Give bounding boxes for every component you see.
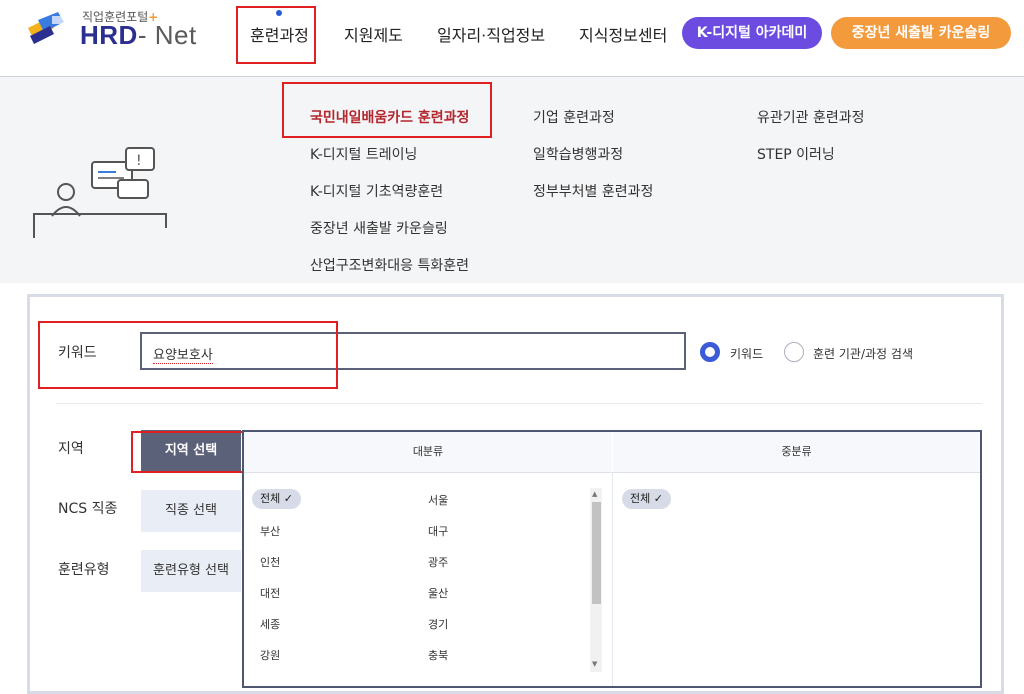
major-category-header: 대분류 — [244, 432, 612, 473]
check-icon: ✓ — [653, 492, 663, 505]
region-daejeon[interactable]: 대전 — [260, 585, 280, 601]
check-icon: ✓ — [283, 492, 293, 505]
menu-midcareer-counseling[interactable]: 중장년 새출발 카운슬링 — [310, 218, 448, 238]
region-gyeonggi[interactable]: 경기 — [428, 616, 448, 632]
region-seoul[interactable]: 서울 — [428, 492, 448, 508]
ncs-label: NCS 직종 — [58, 501, 118, 517]
region-sejong[interactable]: 세종 — [260, 616, 280, 632]
hrd-logo-icon[interactable] — [24, 10, 76, 46]
highlight-keyword — [38, 321, 338, 389]
radio-org-course-label[interactable]: 훈련 기관/과정 검색 — [813, 345, 913, 362]
highlight-region — [131, 431, 253, 473]
highlight-nav-training — [236, 6, 316, 64]
radio-org-course[interactable] — [784, 342, 804, 362]
menu-ministry-courses[interactable]: 정부부처별 훈련과정 — [533, 181, 653, 201]
ncs-select-button[interactable]: 직종 선택 — [141, 490, 241, 532]
region-gwangju[interactable]: 광주 — [428, 554, 448, 570]
nav-support-system[interactable]: 지원제도 — [344, 22, 403, 46]
radio-keyword[interactable] — [700, 342, 720, 362]
menu-k-digital-training[interactable]: K-디지털 트레이닝 — [310, 144, 417, 164]
region-incheon[interactable]: 인천 — [260, 554, 280, 570]
scroll-down-icon[interactable]: ▼ — [592, 660, 597, 668]
region-gangwon[interactable]: 강원 — [260, 647, 280, 663]
region-ulsan[interactable]: 울산 — [428, 585, 448, 601]
menu-step-elearning[interactable]: STEP 이러닝 — [757, 144, 835, 164]
region-label: 지역 — [58, 441, 84, 457]
menu-enterprise-courses[interactable]: 기업 훈련과정 — [533, 107, 615, 127]
region-daegu[interactable]: 대구 — [428, 523, 448, 539]
region-scrollbar-thumb[interactable] — [592, 502, 601, 604]
nav-knowledge-center[interactable]: 지식정보센터 — [579, 22, 667, 46]
radio-keyword-label[interactable]: 키워드 — [730, 345, 763, 362]
divider — [56, 403, 982, 404]
minor-all-chip[interactable]: 전체 ✓ — [622, 489, 671, 509]
region-busan[interactable]: 부산 — [260, 523, 280, 539]
major-all-chip[interactable]: 전체 ✓ — [252, 489, 301, 509]
scroll-up-icon[interactable]: ▲ — [592, 490, 597, 498]
k-digital-academy-button[interactable]: K-디지털 아카데미 — [682, 17, 822, 49]
menu-affiliated-courses[interactable]: 유관기관 훈련과정 — [757, 107, 865, 127]
menu-industry-transition-training[interactable]: 산업구조변화대응 특화훈련 — [310, 255, 469, 275]
menu-work-study-courses[interactable]: 일학습병행과정 — [533, 144, 623, 164]
column-divider — [612, 472, 613, 686]
menu-k-digital-basic[interactable]: K-디지털 기초역량훈련 — [310, 181, 443, 201]
midcareer-counseling-button[interactable]: 중장년 새출발 카운슬링 — [831, 17, 1011, 49]
svg-text:!: ! — [136, 153, 142, 169]
minor-category-header: 중분류 — [613, 432, 980, 473]
consultation-illustration-icon: ! — [33, 147, 167, 238]
region-chungbuk[interactable]: 충북 — [428, 647, 448, 663]
nav-job-info[interactable]: 일자리·직업정보 — [437, 22, 545, 46]
training-type-label: 훈련유형 — [58, 562, 110, 578]
logo-wordmark[interactable]: HRD- Net — [80, 20, 197, 51]
highlight-national-card — [282, 82, 492, 138]
training-type-select-button[interactable]: 훈련유형 선택 — [141, 550, 241, 592]
